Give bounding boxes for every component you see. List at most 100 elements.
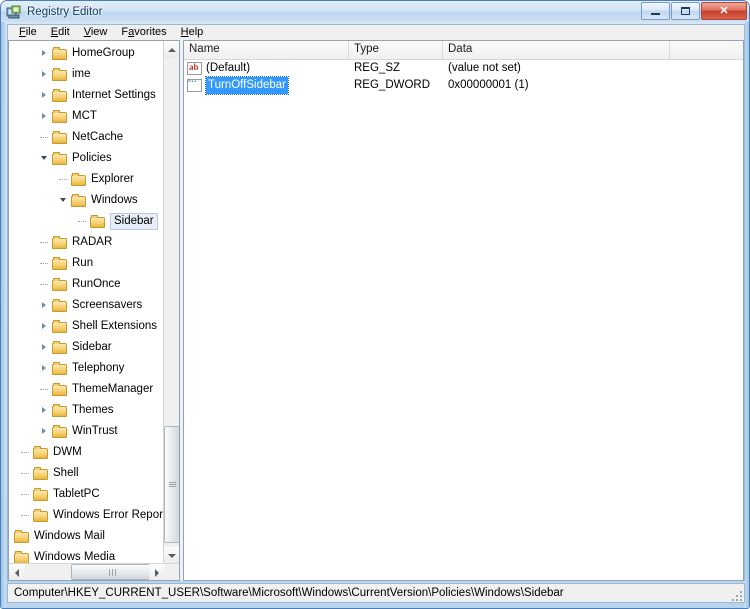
value-name: (Default) xyxy=(206,62,251,74)
folder-icon xyxy=(52,88,68,103)
menu-file[interactable]: File xyxy=(12,25,44,40)
tree-expand-toggle-icon[interactable] xyxy=(39,316,52,337)
tree-expand-toggle-icon[interactable] xyxy=(39,43,52,64)
tree-node[interactable]: RunOnce xyxy=(9,274,163,295)
maximize-icon xyxy=(681,7,690,15)
tree-node-label: RADAR xyxy=(72,236,113,248)
scroll-up-button[interactable] xyxy=(164,41,179,58)
tree-node[interactable]: DWM xyxy=(9,442,163,463)
chevron-down-icon xyxy=(168,553,176,558)
tree-node-label: Windows Error Reporting xyxy=(53,509,163,521)
folder-icon xyxy=(52,151,68,166)
folder-icon xyxy=(52,424,68,439)
tree-node[interactable]: Internet Settings xyxy=(9,85,163,106)
scroll-left-button[interactable] xyxy=(9,564,25,580)
registry-tree-pane[interactable]: HomeGroup ime Internet Settings MCT NetCache… xyxy=(8,40,180,581)
tree-node[interactable]: Explorer xyxy=(9,169,163,190)
minimize-button[interactable] xyxy=(641,2,670,20)
tree-node[interactable]: Windows xyxy=(9,190,163,211)
close-button[interactable]: ✕ xyxy=(701,2,747,20)
tree-node[interactable]: Screensavers xyxy=(9,295,163,316)
tree-node[interactable]: NetCache xyxy=(9,127,163,148)
menu-view[interactable]: View xyxy=(77,25,115,40)
tree-node[interactable]: Windows Media xyxy=(9,547,163,564)
tree-node-label: WinTrust xyxy=(72,425,118,437)
value-data: (value not set) xyxy=(448,62,521,74)
registry-values-pane[interactable]: Name Type Data (Default) REG_SZ (value not… xyxy=(183,40,744,581)
tree-node[interactable]: Shell xyxy=(9,463,163,484)
tree-expand-toggle-icon[interactable] xyxy=(39,421,52,442)
folder-icon xyxy=(14,550,30,565)
tree-line-icon xyxy=(39,127,52,148)
tree-node-label: Run xyxy=(72,257,94,269)
tree-expand-toggle-icon[interactable] xyxy=(39,400,52,421)
tree-expand-toggle-icon[interactable] xyxy=(39,64,52,85)
vertical-scroll-thumb[interactable] xyxy=(164,426,179,543)
tree-node[interactable]: Sidebar xyxy=(9,211,163,232)
column-header-name[interactable]: Name xyxy=(184,41,349,59)
maximize-button[interactable] xyxy=(671,2,700,20)
tree-horizontal-scrollbar[interactable] xyxy=(9,563,179,580)
tree-line-icon xyxy=(58,169,71,190)
tree-node-label: Shell xyxy=(53,467,79,479)
tree-node[interactable]: ime xyxy=(9,64,163,85)
chevron-up-icon xyxy=(168,47,176,52)
tree-node[interactable]: Sidebar xyxy=(9,337,163,358)
tree-node[interactable]: Telephony xyxy=(9,358,163,379)
tree-expand-toggle-icon[interactable] xyxy=(39,358,52,379)
tree-expand-toggle-icon[interactable] xyxy=(39,106,52,127)
column-header-data[interactable]: Data xyxy=(443,41,670,59)
tree-expand-toggle-icon[interactable] xyxy=(39,85,52,106)
tree-node[interactable]: Run xyxy=(9,253,163,274)
tree-node[interactable]: Policies xyxy=(9,148,163,169)
tree-node[interactable]: Windows Error Reporting xyxy=(9,505,163,526)
tree-node[interactable]: ThemeManager xyxy=(9,379,163,400)
folder-icon xyxy=(14,529,30,544)
folder-icon xyxy=(71,172,87,187)
list-header: Name Type Data xyxy=(184,41,743,60)
value-row[interactable]: (Default) REG_SZ (value not set) xyxy=(184,60,743,77)
tree-collapse-toggle-icon[interactable] xyxy=(39,148,52,169)
horizontal-scroll-thumb[interactable] xyxy=(71,564,153,580)
tree-node[interactable]: RADAR xyxy=(9,232,163,253)
folder-icon xyxy=(52,340,68,355)
tree-node[interactable]: Windows Mail xyxy=(9,526,163,547)
tree-node[interactable]: MCT xyxy=(9,106,163,127)
resize-grip-icon[interactable] xyxy=(730,589,742,601)
title-bar[interactable]: Registry Editor ✕ xyxy=(1,1,749,22)
tree-node[interactable]: Shell Extensions xyxy=(9,316,163,337)
tree-node-label: Sidebar xyxy=(72,341,112,353)
tree-node[interactable]: HomeGroup xyxy=(9,43,163,64)
window-edge-left xyxy=(1,1,6,608)
folder-icon xyxy=(52,130,68,145)
menu-edit[interactable]: Edit xyxy=(44,25,77,40)
tree-line-icon xyxy=(20,442,33,463)
tree-line-icon xyxy=(39,232,52,253)
scroll-right-button[interactable] xyxy=(149,564,165,580)
tree-node-label: NetCache xyxy=(72,131,124,143)
value-row[interactable]: TurnOffSidebar REG_DWORD 0x00000001 (1) xyxy=(184,76,743,95)
column-header-type[interactable]: Type xyxy=(349,41,443,59)
folder-icon xyxy=(52,298,68,313)
value-name-cell: TurnOffSidebar xyxy=(184,76,349,95)
menu-help[interactable]: Help xyxy=(174,25,211,40)
tree-node[interactable]: WinTrust xyxy=(9,421,163,442)
menu-favorites[interactable]: Favorites xyxy=(114,25,173,40)
tree-node-label: ThemeManager xyxy=(72,383,154,395)
folder-icon xyxy=(52,319,68,334)
folder-icon xyxy=(90,214,106,229)
tree-node-label: Themes xyxy=(72,404,114,416)
status-bar: Computer\HKEY_CURRENT_USER\Software\Micr… xyxy=(7,583,745,603)
tree-line-icon xyxy=(39,253,52,274)
tree-node-label: MCT xyxy=(72,110,97,122)
tree-expand-toggle-icon[interactable] xyxy=(39,295,52,316)
tree-vertical-scrollbar[interactable] xyxy=(163,41,179,564)
tree-collapse-toggle-icon[interactable] xyxy=(58,190,71,211)
window-title: Registry Editor xyxy=(27,5,103,18)
tree-node[interactable]: TabletPC xyxy=(9,484,163,505)
tree-expand-toggle-icon[interactable] xyxy=(39,337,52,358)
scroll-down-button[interactable] xyxy=(164,547,179,564)
registry-editor-window: Registry Editor ✕ File Edit View Favorit… xyxy=(0,0,750,609)
tree-node-label: Policies xyxy=(72,152,112,164)
tree-node[interactable]: Themes xyxy=(9,400,163,421)
